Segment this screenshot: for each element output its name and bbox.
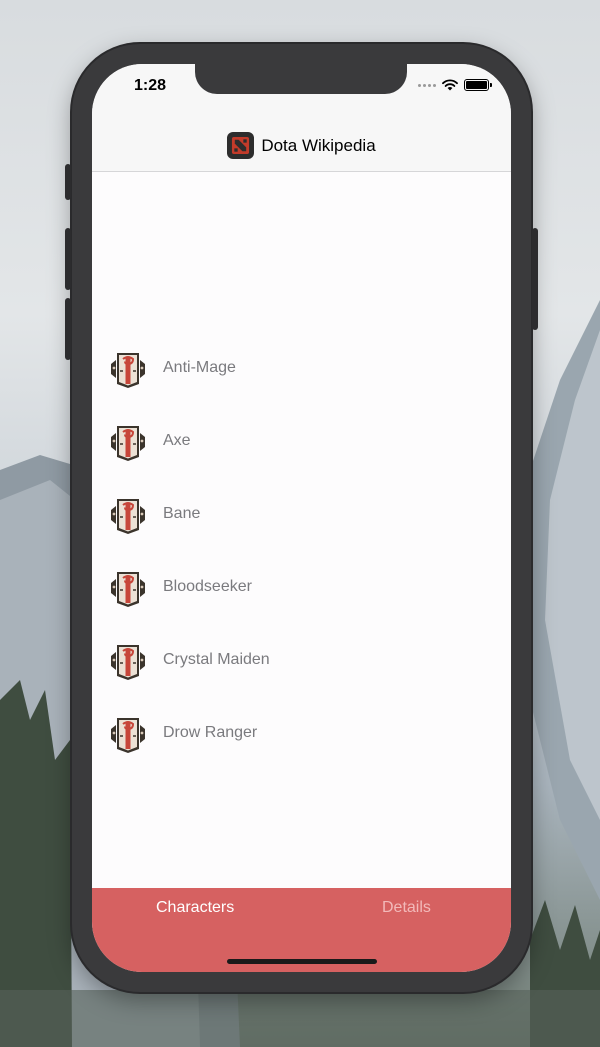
- battery-icon: [464, 79, 492, 91]
- hero-name: Crystal Maiden: [163, 650, 270, 668]
- tab-details[interactable]: Details: [382, 899, 431, 917]
- page-title: Dota Wikipedia: [261, 135, 376, 155]
- hero-list-item[interactable]: Bane: [92, 477, 511, 550]
- mute-switch: [65, 164, 71, 200]
- hero-name: Drow Ranger: [163, 723, 258, 741]
- hero-name: Anti-Mage: [163, 358, 236, 376]
- hero-name: Bane: [163, 504, 201, 522]
- volume-down-button: [65, 298, 71, 360]
- hero-placeholder-icon: [111, 644, 145, 680]
- tab-characters[interactable]: Characters: [156, 899, 234, 917]
- notch: [195, 64, 407, 94]
- hero-list: Anti-Mage Axe Bane Bloodseeker Crystal M…: [92, 331, 511, 769]
- hero-name: Axe: [163, 431, 191, 449]
- status-icons: [418, 79, 492, 91]
- app-screen: 1:28 Dota Wikipedia Anti-Mage Axe Bane B…: [92, 64, 511, 972]
- power-button: [532, 228, 538, 330]
- hero-list-item[interactable]: Bloodseeker: [92, 550, 511, 623]
- hero-list-item[interactable]: Drow Ranger: [92, 696, 511, 769]
- volume-up-button: [65, 228, 71, 290]
- navigation-bar: Dota Wikipedia: [92, 120, 511, 172]
- tab-bar: Characters Details: [92, 888, 511, 972]
- phone-frame: 1:28 Dota Wikipedia Anti-Mage Axe Bane B…: [65, 44, 538, 992]
- hero-placeholder-icon: [111, 352, 145, 388]
- hero-placeholder-icon: [111, 717, 145, 753]
- hero-list-item[interactable]: Axe: [92, 404, 511, 477]
- hero-placeholder-icon: [111, 425, 145, 461]
- status-time: 1:28: [134, 77, 167, 94]
- cellular-signal-icon: [418, 83, 436, 87]
- hero-list-item[interactable]: Crystal Maiden: [92, 623, 511, 696]
- hero-name: Bloodseeker: [163, 577, 252, 595]
- hero-list-item[interactable]: Anti-Mage: [92, 331, 511, 404]
- home-indicator[interactable]: [227, 959, 377, 964]
- hero-placeholder-icon: [111, 498, 145, 534]
- wifi-icon: [442, 79, 458, 91]
- status-bar: 1:28: [92, 64, 511, 120]
- hero-placeholder-icon: [111, 571, 145, 607]
- dota-logo-icon: [227, 132, 255, 159]
